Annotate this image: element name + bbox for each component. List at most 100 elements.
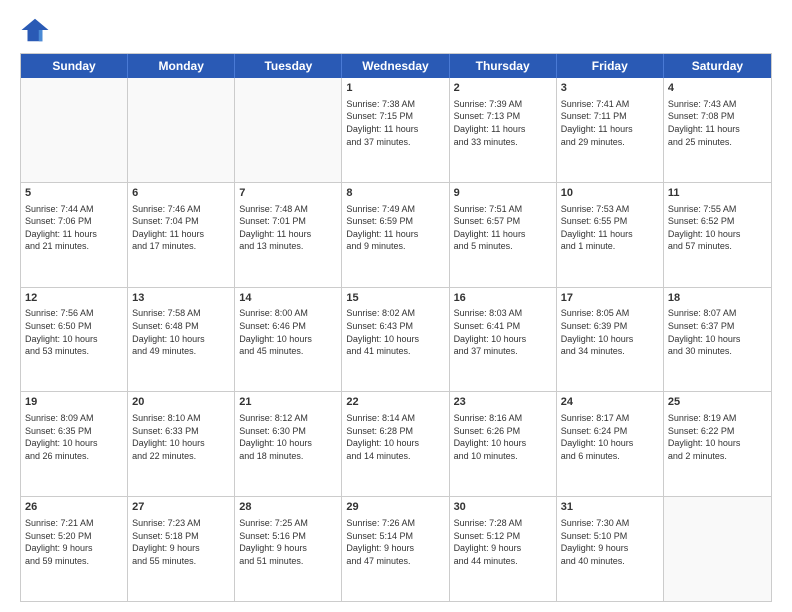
day-cell-12: 12Sunrise: 7:56 AM Sunset: 6:50 PM Dayli… bbox=[21, 288, 128, 392]
day-number: 4 bbox=[668, 81, 767, 96]
calendar-header: SundayMondayTuesdayWednesdayThursdayFrid… bbox=[21, 54, 771, 78]
day-number: 19 bbox=[25, 395, 123, 410]
day-cell-13: 13Sunrise: 7:58 AM Sunset: 6:48 PM Dayli… bbox=[128, 288, 235, 392]
day-number: 13 bbox=[132, 291, 230, 306]
day-cell-9: 9 Sunrise: 7:51 AM Sunset: 6:57 PM Daylig… bbox=[450, 183, 557, 287]
day-info: Sunrise: 7:39 AM Sunset: 7:13 PM Dayligh… bbox=[454, 98, 552, 148]
day-cell-3: 3 Sunrise: 7:41 AM Sunset: 7:11 PM Daylig… bbox=[557, 78, 664, 182]
day-info: Sunrise: 7:41 AM Sunset: 7:11 PM Dayligh… bbox=[561, 98, 659, 148]
day-info: Sunrise: 8:12 AM Sunset: 6:30 PM Dayligh… bbox=[239, 412, 337, 462]
day-info: Sunrise: 7:58 AM Sunset: 6:48 PM Dayligh… bbox=[132, 307, 230, 357]
day-cell-25: 25 Sunrise: 8:19 AM Sunset: 6:22 PM Dayli… bbox=[664, 392, 771, 496]
day-number: 16 bbox=[454, 291, 552, 306]
header-day-saturday: Saturday bbox=[664, 54, 771, 78]
day-cell-15: 15Sunrise: 8:02 AM Sunset: 6:43 PM Dayli… bbox=[342, 288, 449, 392]
day-number: 21 bbox=[239, 395, 337, 410]
day-info: Sunrise: 7:51 AM Sunset: 6:57 PM Dayligh… bbox=[454, 203, 552, 253]
day-cell-2: 2 Sunrise: 7:39 AM Sunset: 7:13 PM Daylig… bbox=[450, 78, 557, 182]
day-number: 12 bbox=[25, 291, 123, 306]
empty-cell bbox=[21, 78, 128, 182]
day-number: 24 bbox=[561, 395, 659, 410]
header-day-sunday: Sunday bbox=[21, 54, 128, 78]
day-cell-20: 20 Sunrise: 8:10 AM Sunset: 6:33 PM Dayli… bbox=[128, 392, 235, 496]
header-day-wednesday: Wednesday bbox=[342, 54, 449, 78]
day-cell-21: 21 Sunrise: 8:12 AM Sunset: 6:30 PM Dayli… bbox=[235, 392, 342, 496]
empty-cell bbox=[235, 78, 342, 182]
calendar-row-3: 12Sunrise: 7:56 AM Sunset: 6:50 PM Dayli… bbox=[21, 287, 771, 392]
day-cell-16: 16Sunrise: 8:03 AM Sunset: 6:41 PM Dayli… bbox=[450, 288, 557, 392]
day-info: Sunrise: 7:55 AM Sunset: 6:52 PM Dayligh… bbox=[668, 203, 767, 253]
calendar-row-4: 19 Sunrise: 8:09 AM Sunset: 6:35 PM Dayli… bbox=[21, 391, 771, 496]
header-day-tuesday: Tuesday bbox=[235, 54, 342, 78]
day-cell-24: 24 Sunrise: 8:17 AM Sunset: 6:24 PM Dayli… bbox=[557, 392, 664, 496]
header-day-thursday: Thursday bbox=[450, 54, 557, 78]
calendar-row-5: 26Sunrise: 7:21 AM Sunset: 5:20 PM Dayli… bbox=[21, 496, 771, 601]
day-info: Sunrise: 8:17 AM Sunset: 6:24 PM Dayligh… bbox=[561, 412, 659, 462]
calendar-row-2: 5 Sunrise: 7:44 AM Sunset: 7:06 PM Daylig… bbox=[21, 182, 771, 287]
calendar-row-1: 1Sunrise: 7:38 AM Sunset: 7:15 PM Daylig… bbox=[21, 78, 771, 182]
day-cell-8: 8Sunrise: 7:49 AM Sunset: 6:59 PM Daylig… bbox=[342, 183, 449, 287]
day-number: 7 bbox=[239, 186, 337, 201]
header-day-friday: Friday bbox=[557, 54, 664, 78]
day-cell-22: 22 Sunrise: 8:14 AM Sunset: 6:28 PM Dayli… bbox=[342, 392, 449, 496]
day-cell-5: 5 Sunrise: 7:44 AM Sunset: 7:06 PM Daylig… bbox=[21, 183, 128, 287]
day-cell-18: 18Sunrise: 8:07 AM Sunset: 6:37 PM Dayli… bbox=[664, 288, 771, 392]
day-cell-26: 26Sunrise: 7:21 AM Sunset: 5:20 PM Dayli… bbox=[21, 497, 128, 601]
logo-icon bbox=[20, 15, 50, 45]
day-number: 28 bbox=[239, 500, 337, 515]
day-number: 31 bbox=[561, 500, 659, 515]
calendar: SundayMondayTuesdayWednesdayThursdayFrid… bbox=[20, 53, 772, 602]
day-number: 27 bbox=[132, 500, 230, 515]
day-number: 22 bbox=[346, 395, 444, 410]
day-info: Sunrise: 8:09 AM Sunset: 6:35 PM Dayligh… bbox=[25, 412, 123, 462]
day-cell-1: 1Sunrise: 7:38 AM Sunset: 7:15 PM Daylig… bbox=[342, 78, 449, 182]
day-info: Sunrise: 8:16 AM Sunset: 6:26 PM Dayligh… bbox=[454, 412, 552, 462]
day-number: 30 bbox=[454, 500, 552, 515]
day-number: 18 bbox=[668, 291, 767, 306]
day-cell-17: 17Sunrise: 8:05 AM Sunset: 6:39 PM Dayli… bbox=[557, 288, 664, 392]
day-info: Sunrise: 8:14 AM Sunset: 6:28 PM Dayligh… bbox=[346, 412, 444, 462]
day-info: Sunrise: 7:30 AM Sunset: 5:10 PM Dayligh… bbox=[561, 517, 659, 567]
day-info: Sunrise: 7:26 AM Sunset: 5:14 PM Dayligh… bbox=[346, 517, 444, 567]
day-number: 8 bbox=[346, 186, 444, 201]
day-info: Sunrise: 7:43 AM Sunset: 7:08 PM Dayligh… bbox=[668, 98, 767, 148]
day-info: Sunrise: 7:28 AM Sunset: 5:12 PM Dayligh… bbox=[454, 517, 552, 567]
day-info: Sunrise: 7:46 AM Sunset: 7:04 PM Dayligh… bbox=[132, 203, 230, 253]
day-cell-30: 30 Sunrise: 7:28 AM Sunset: 5:12 PM Dayli… bbox=[450, 497, 557, 601]
day-cell-11: 11 Sunrise: 7:55 AM Sunset: 6:52 PM Dayli… bbox=[664, 183, 771, 287]
day-number: 23 bbox=[454, 395, 552, 410]
day-info: Sunrise: 7:48 AM Sunset: 7:01 PM Dayligh… bbox=[239, 203, 337, 253]
day-cell-10: 10Sunrise: 7:53 AM Sunset: 6:55 PM Dayli… bbox=[557, 183, 664, 287]
day-cell-29: 29Sunrise: 7:26 AM Sunset: 5:14 PM Dayli… bbox=[342, 497, 449, 601]
day-number: 11 bbox=[668, 186, 767, 201]
day-number: 14 bbox=[239, 291, 337, 306]
day-number: 5 bbox=[25, 186, 123, 201]
day-info: Sunrise: 7:23 AM Sunset: 5:18 PM Dayligh… bbox=[132, 517, 230, 567]
header bbox=[20, 15, 772, 45]
day-number: 2 bbox=[454, 81, 552, 96]
page: SundayMondayTuesdayWednesdayThursdayFrid… bbox=[0, 0, 792, 612]
day-number: 20 bbox=[132, 395, 230, 410]
day-info: Sunrise: 8:19 AM Sunset: 6:22 PM Dayligh… bbox=[668, 412, 767, 462]
day-cell-27: 27 Sunrise: 7:23 AM Sunset: 5:18 PM Dayli… bbox=[128, 497, 235, 601]
day-cell-4: 4 Sunrise: 7:43 AM Sunset: 7:08 PM Daylig… bbox=[664, 78, 771, 182]
day-cell-14: 14Sunrise: 8:00 AM Sunset: 6:46 PM Dayli… bbox=[235, 288, 342, 392]
empty-cell bbox=[128, 78, 235, 182]
day-info: Sunrise: 7:44 AM Sunset: 7:06 PM Dayligh… bbox=[25, 203, 123, 253]
day-cell-31: 31 Sunrise: 7:30 AM Sunset: 5:10 PM Dayli… bbox=[557, 497, 664, 601]
day-number: 25 bbox=[668, 395, 767, 410]
day-info: Sunrise: 8:07 AM Sunset: 6:37 PM Dayligh… bbox=[668, 307, 767, 357]
day-number: 9 bbox=[454, 186, 552, 201]
day-cell-7: 7 Sunrise: 7:48 AM Sunset: 7:01 PM Daylig… bbox=[235, 183, 342, 287]
day-info: Sunrise: 8:02 AM Sunset: 6:43 PM Dayligh… bbox=[346, 307, 444, 357]
day-info: Sunrise: 8:05 AM Sunset: 6:39 PM Dayligh… bbox=[561, 307, 659, 357]
day-cell-6: 6Sunrise: 7:46 AM Sunset: 7:04 PM Daylig… bbox=[128, 183, 235, 287]
header-day-monday: Monday bbox=[128, 54, 235, 78]
empty-cell bbox=[664, 497, 771, 601]
day-number: 1 bbox=[346, 81, 444, 96]
day-number: 3 bbox=[561, 81, 659, 96]
day-info: Sunrise: 8:10 AM Sunset: 6:33 PM Dayligh… bbox=[132, 412, 230, 462]
day-info: Sunrise: 7:25 AM Sunset: 5:16 PM Dayligh… bbox=[239, 517, 337, 567]
day-cell-28: 28 Sunrise: 7:25 AM Sunset: 5:16 PM Dayli… bbox=[235, 497, 342, 601]
day-info: Sunrise: 7:56 AM Sunset: 6:50 PM Dayligh… bbox=[25, 307, 123, 357]
